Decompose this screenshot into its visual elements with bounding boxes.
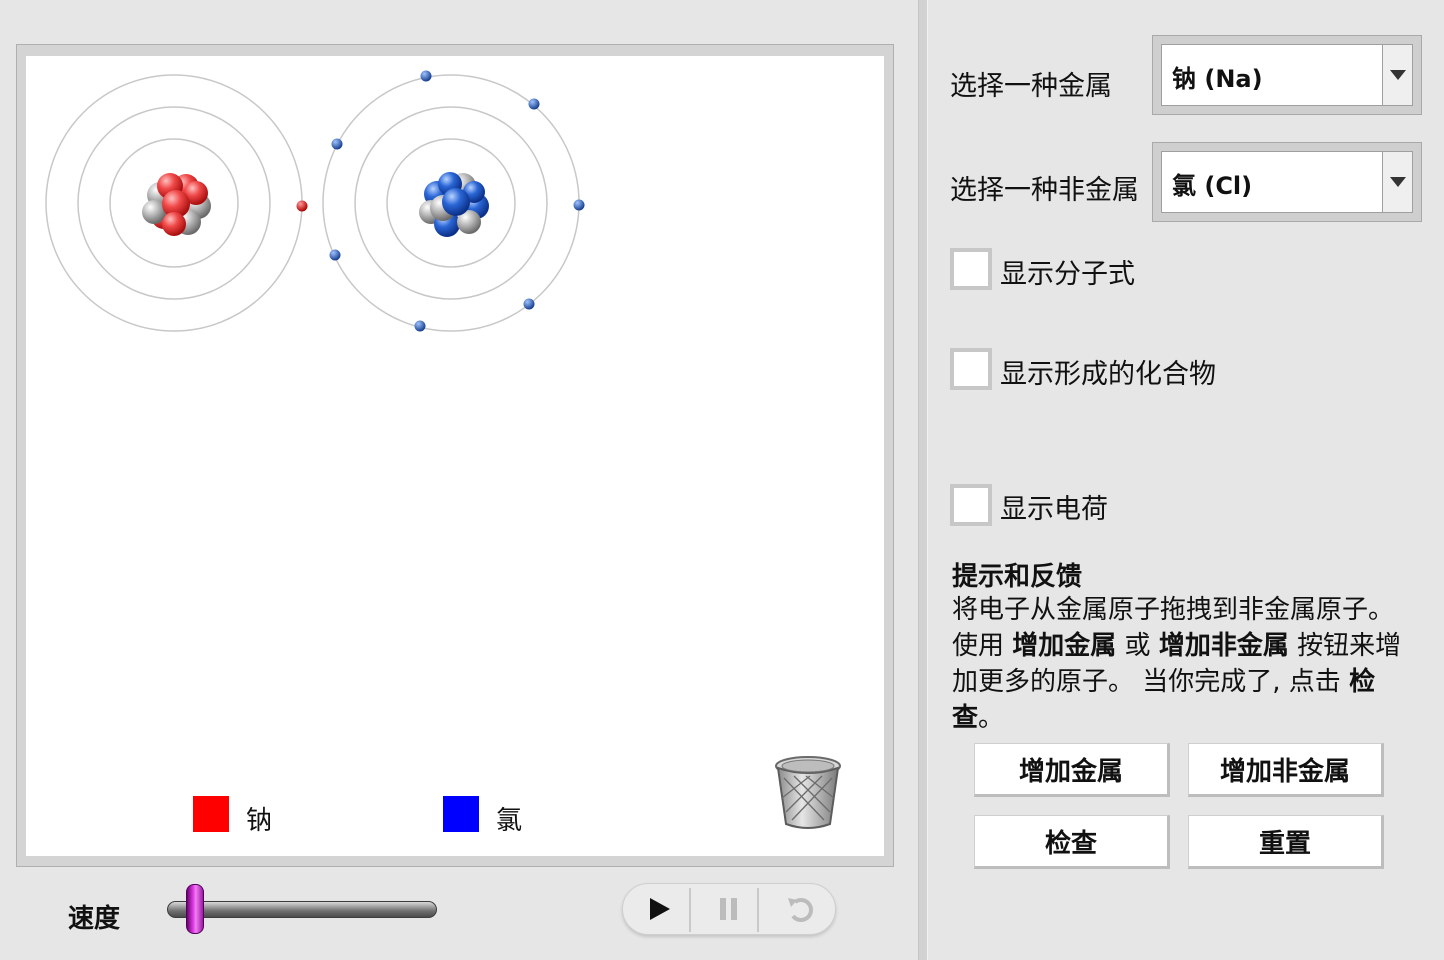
chlorine-electron[interactable] (329, 249, 341, 261)
legend-swatch-chlorine (443, 796, 479, 832)
chlorine-electron[interactable] (420, 70, 432, 82)
chlorine-nucleus (419, 172, 489, 237)
chlorine-electron[interactable] (528, 98, 540, 110)
speed-slider-thumb[interactable] (186, 884, 204, 934)
playback-separator (757, 888, 759, 932)
check-button[interactable]: 检查 (974, 815, 1170, 869)
metal-select-value: 钠 (Na) (1172, 65, 1263, 93)
chlorine-electron[interactable] (414, 320, 426, 332)
pause-icon (720, 898, 737, 920)
show-charge-label[interactable]: 显示电荷 (1000, 487, 1108, 526)
show-compound-label[interactable]: 显示形成的化合物 (1000, 352, 1216, 391)
chlorine-electron[interactable] (523, 298, 535, 310)
legend-label-chlorine: 氯 (496, 806, 523, 836)
sodium-electron[interactable] (296, 200, 308, 212)
panel-divider (918, 0, 928, 960)
legend-swatch-sodium (193, 796, 229, 832)
speed-label: 速度 (68, 904, 121, 934)
hint-use: 使用 (952, 631, 1013, 661)
nonmetal-dropdown-button[interactable] (1382, 152, 1412, 212)
pause-button[interactable] (702, 885, 756, 933)
nonmetal-select-value: 氯 (Cl) (1172, 172, 1253, 200)
chlorine-electron[interactable] (573, 199, 585, 211)
nonmetal-select-label: 选择一种非金属 (950, 175, 1139, 206)
metal-dropdown-button[interactable] (1382, 45, 1412, 105)
nonmetal-select-field[interactable]: 氯 (Cl) (1161, 151, 1413, 213)
chevron-down-icon (1389, 70, 1406, 80)
metal-select-field[interactable]: 钠 (Na) (1161, 44, 1413, 106)
hint-end: 。 (978, 703, 1005, 733)
metal-select-label: 选择一种金属 (950, 71, 1112, 102)
hint-title: 提示和反馈 (952, 562, 1083, 592)
hint-add-nonmetal: 增加非金属 (1158, 631, 1289, 661)
playback-separator (689, 888, 691, 932)
step-back-button[interactable] (770, 885, 830, 933)
chevron-down-icon (1389, 177, 1406, 187)
play-icon (650, 898, 670, 920)
hint-add-metal: 增加金属 (1012, 631, 1117, 661)
metal-select[interactable]: 钠 (Na) (1152, 35, 1422, 115)
sodium-nucleus (142, 173, 211, 236)
hint-line: 将电子从金属原子拖拽到非金属原子。 (952, 595, 1395, 625)
show-charge-checkbox[interactable] (950, 484, 992, 526)
show-formula-checkbox[interactable] (950, 248, 992, 290)
legend-label-sodium: 钠 (246, 806, 273, 836)
step-back-icon (788, 898, 813, 922)
atoms-layer (45, 70, 585, 332)
speed-slider-track[interactable] (167, 901, 437, 918)
nonmetal-select[interactable]: 氯 (Cl) (1152, 142, 1422, 222)
reset-button[interactable]: 重置 (1188, 815, 1384, 869)
hint-text: 将电子从金属原子拖拽到非金属原子。 使用 增加金属 或 增加非金属 按钮来增加更多… (952, 592, 1422, 736)
add-nonmetal-button[interactable]: 增加非金属 (1188, 743, 1384, 797)
chlorine-electron[interactable] (331, 138, 343, 150)
add-metal-button[interactable]: 增加金属 (974, 743, 1170, 797)
show-compound-checkbox[interactable] (950, 348, 992, 390)
hint-or: 或 (1116, 631, 1159, 661)
sodium-atom[interactable] (45, 74, 308, 332)
show-formula-label[interactable]: 显示分子式 (1000, 252, 1135, 291)
chlorine-atom[interactable] (322, 70, 585, 332)
trash-can-icon[interactable] (772, 754, 844, 832)
play-button[interactable] (630, 885, 688, 933)
